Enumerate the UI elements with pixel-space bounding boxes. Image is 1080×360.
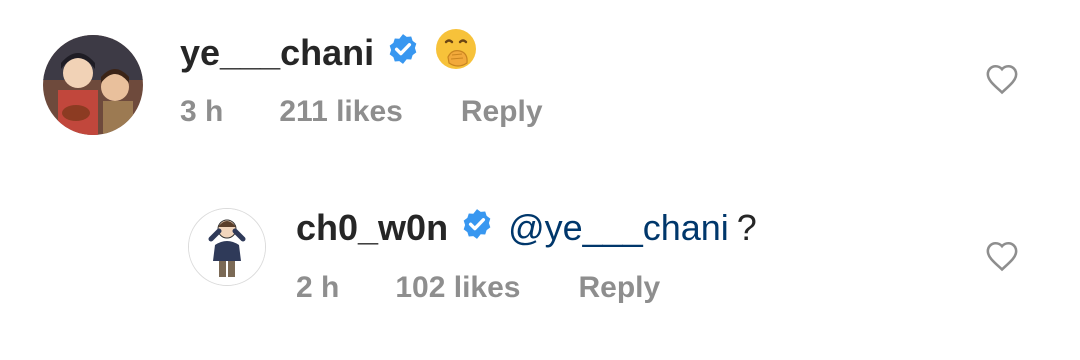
likes-count[interactable]: 102 likes <box>395 271 520 305</box>
verified-badge-icon <box>386 32 420 75</box>
reply-button[interactable]: Reply <box>578 271 660 305</box>
comment-meta: 2 h 102 likes Reply <box>296 268 660 308</box>
verified-badge-icon <box>460 207 494 250</box>
comment-header: ch0_w0n @ye___chani ? <box>296 204 757 252</box>
timestamp: 3 h <box>180 95 224 128</box>
like-heart-icon[interactable] <box>985 240 1019 272</box>
like-heart-icon[interactable] <box>985 63 1019 95</box>
hand-over-mouth-emoji-icon <box>434 27 478 80</box>
mention-link[interactable]: @ye___chani <box>508 207 729 249</box>
timestamp: 2 h <box>296 271 340 304</box>
reply-button[interactable]: Reply <box>461 95 543 129</box>
username[interactable]: ch0_w0n <box>296 207 448 249</box>
comment-header: ye___chani <box>180 28 478 78</box>
username[interactable]: ye___chani <box>180 32 374 74</box>
avatar[interactable] <box>188 208 266 286</box>
likes-count[interactable]: 211 likes <box>279 95 402 129</box>
comment-2: ch0_w0n @ye___chani ? 2 h 102 likes Repl… <box>0 190 1080 350</box>
comment-meta: 3 h 211 likes Reply <box>180 92 543 132</box>
comment-text: ? <box>736 207 757 248</box>
comment-1: ye___chani 3 h 211 likes Reply <box>0 0 1080 150</box>
avatar[interactable] <box>43 35 143 135</box>
